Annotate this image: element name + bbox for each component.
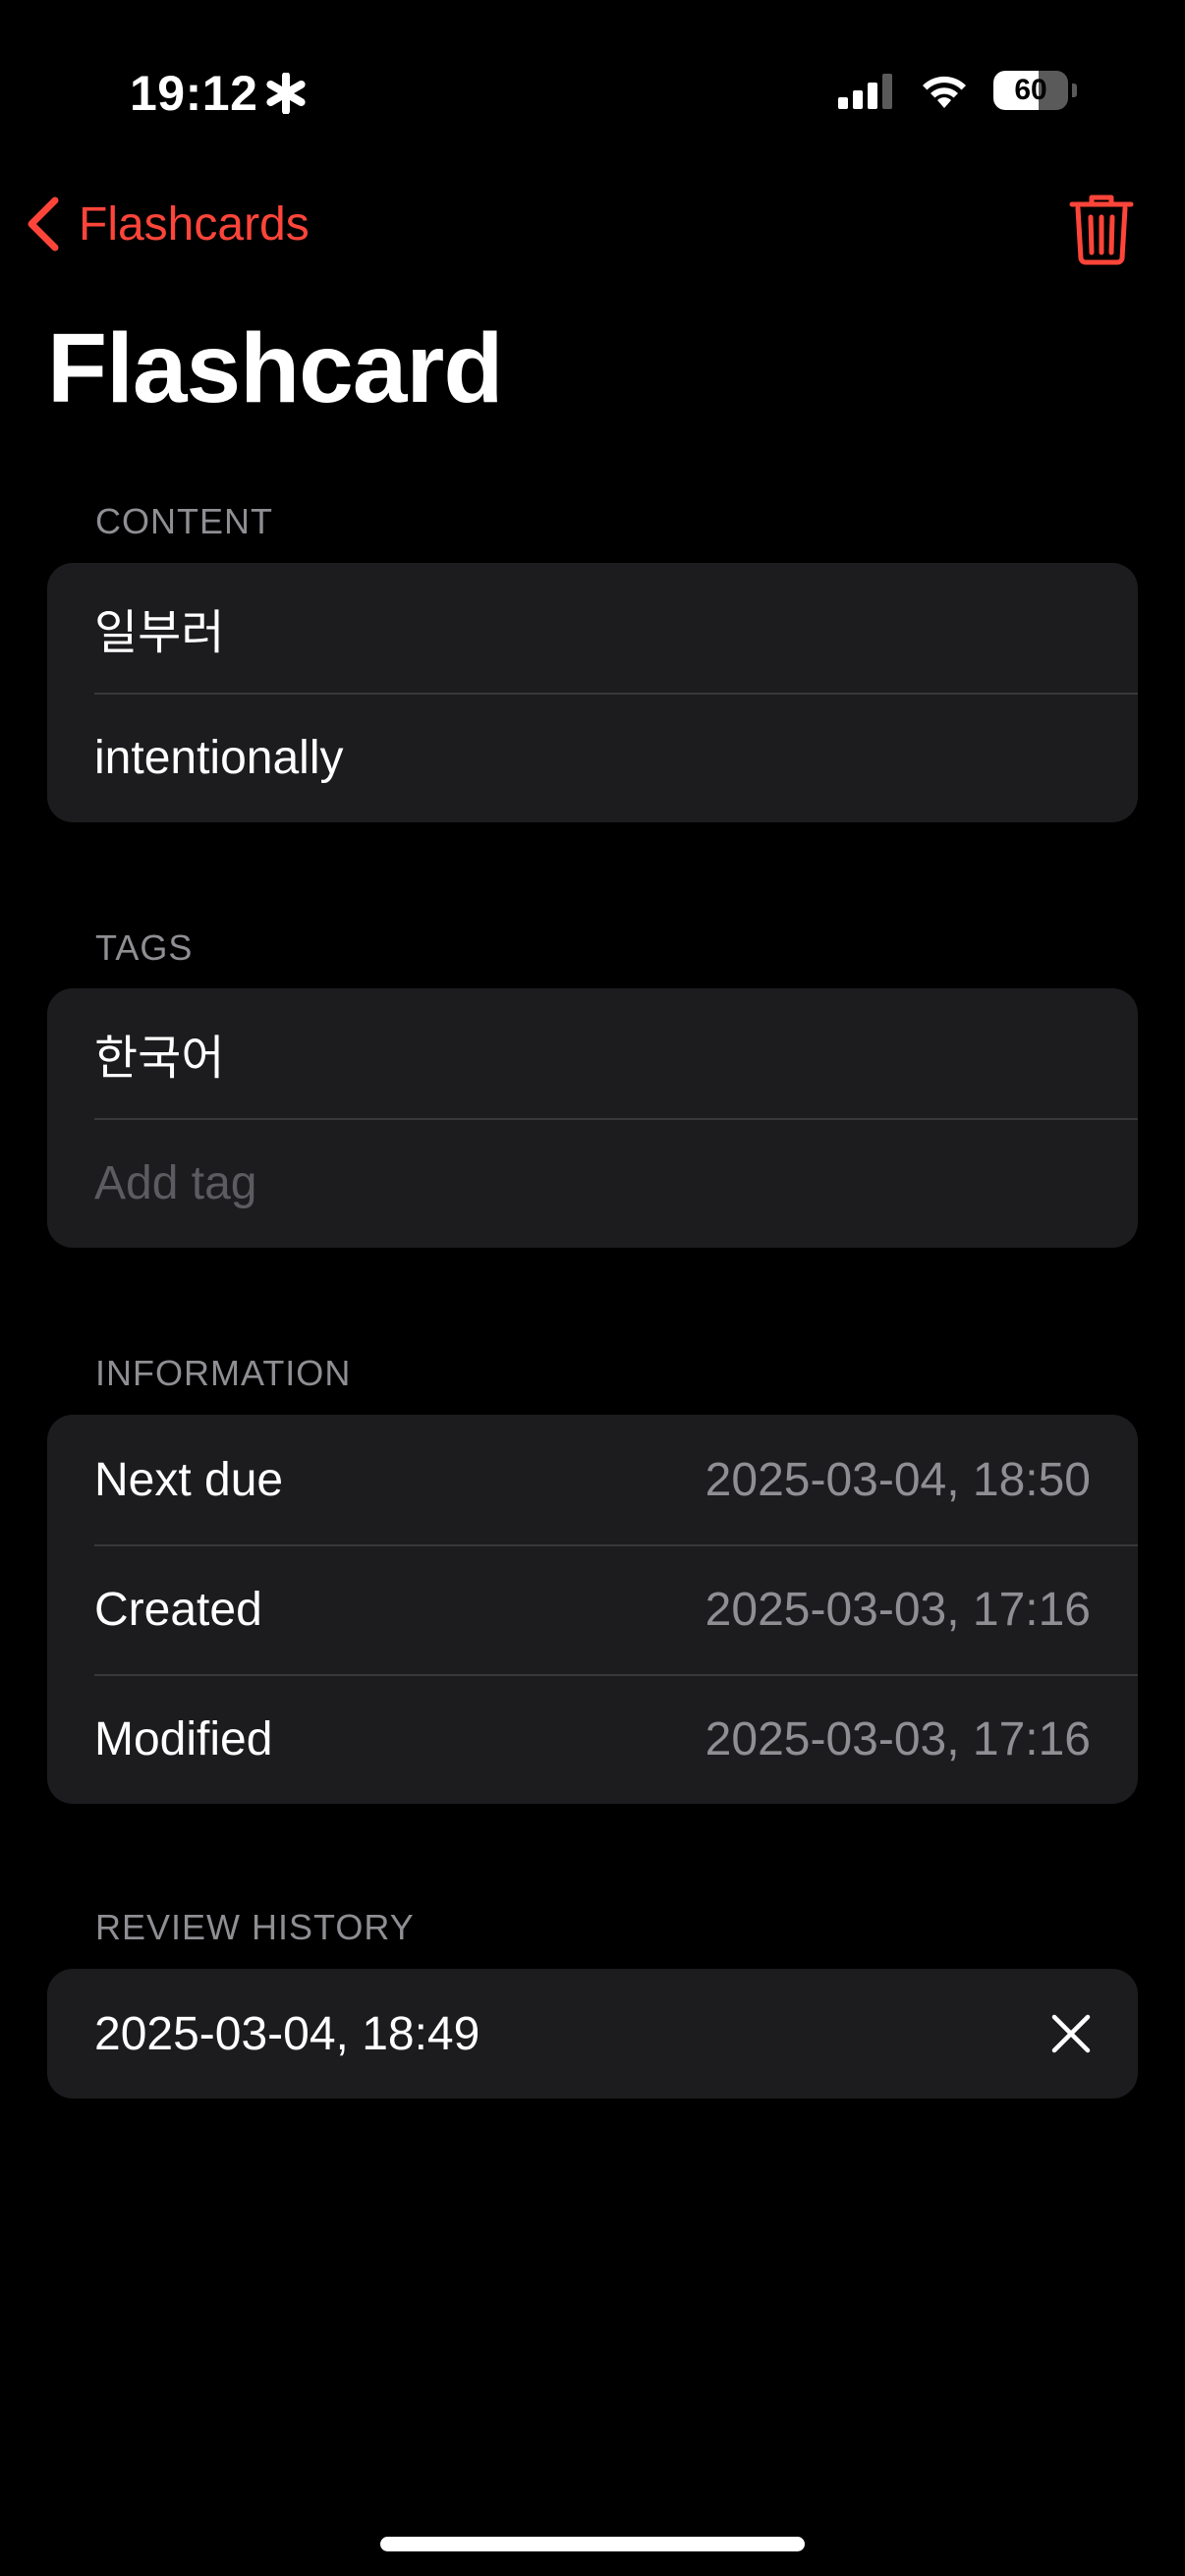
chevron-left-icon — [28, 196, 59, 252]
add-tag-placeholder: Add tag — [94, 1156, 257, 1209]
info-value: 2025-03-03, 17:16 — [705, 1583, 1091, 1636]
info-row-next-due: Next due 2025-03-04, 18:50 — [47, 1415, 1138, 1544]
back-text: intentionally — [94, 731, 344, 784]
info-label: Modified — [94, 1712, 273, 1765]
home-indicator[interactable] — [380, 2537, 805, 2551]
tag-label: 한국어 — [94, 1033, 225, 1085]
cellular-signal-icon — [838, 74, 892, 109]
close-icon[interactable] — [1051, 2014, 1091, 2053]
information-section-header: INFORMATION — [95, 1353, 352, 1393]
info-label: Created — [94, 1583, 262, 1636]
asterisk-icon — [266, 73, 306, 114]
wifi-icon — [923, 76, 966, 108]
front-text: 일부러 — [94, 607, 225, 659]
tags-section-header: TAGS — [95, 927, 194, 968]
info-value: 2025-03-04, 18:50 — [705, 1453, 1091, 1506]
battery-icon: 60 — [993, 71, 1068, 110]
battery-nub — [1072, 84, 1077, 97]
info-value: 2025-03-03, 17:16 — [705, 1712, 1091, 1765]
clock-label: 19:12 — [130, 66, 258, 121]
battery-level: 60 — [1014, 74, 1047, 106]
info-label: Next due — [94, 1453, 284, 1506]
info-row-created: Created 2025-03-03, 17:16 — [47, 1544, 1138, 1674]
back-button[interactable]: Flashcards — [26, 196, 310, 252]
tags-group: 한국어 Add tag — [47, 988, 1138, 1248]
review-entry-date: 2025-03-04, 18:49 — [94, 2007, 480, 2060]
status-time: 19:12 — [130, 65, 307, 122]
add-tag-input[interactable]: Add tag — [47, 1118, 1138, 1248]
back-label: Flashcards — [79, 197, 310, 251]
page-title: Flashcard — [47, 313, 503, 423]
back-text-field[interactable]: intentionally — [47, 693, 1138, 822]
trash-icon — [1069, 195, 1134, 265]
status-indicators: 60 — [838, 71, 1077, 110]
info-row-modified: Modified 2025-03-03, 17:16 — [47, 1674, 1138, 1804]
content-group: 일부러 intentionally — [47, 563, 1138, 822]
review-history-section-header: REVIEW HISTORY — [95, 1907, 415, 1947]
review-history-row: 2025-03-04, 18:49 — [47, 1969, 1138, 2099]
delete-button[interactable] — [1069, 193, 1134, 265]
tag-row[interactable]: 한국어 — [47, 988, 1138, 1118]
front-text-field[interactable]: 일부러 — [47, 563, 1138, 693]
information-group: Next due 2025-03-04, 18:50 Created 2025-… — [47, 1415, 1138, 1804]
review-history-group: 2025-03-04, 18:49 — [47, 1969, 1138, 2099]
content-section-header: CONTENT — [95, 501, 273, 541]
